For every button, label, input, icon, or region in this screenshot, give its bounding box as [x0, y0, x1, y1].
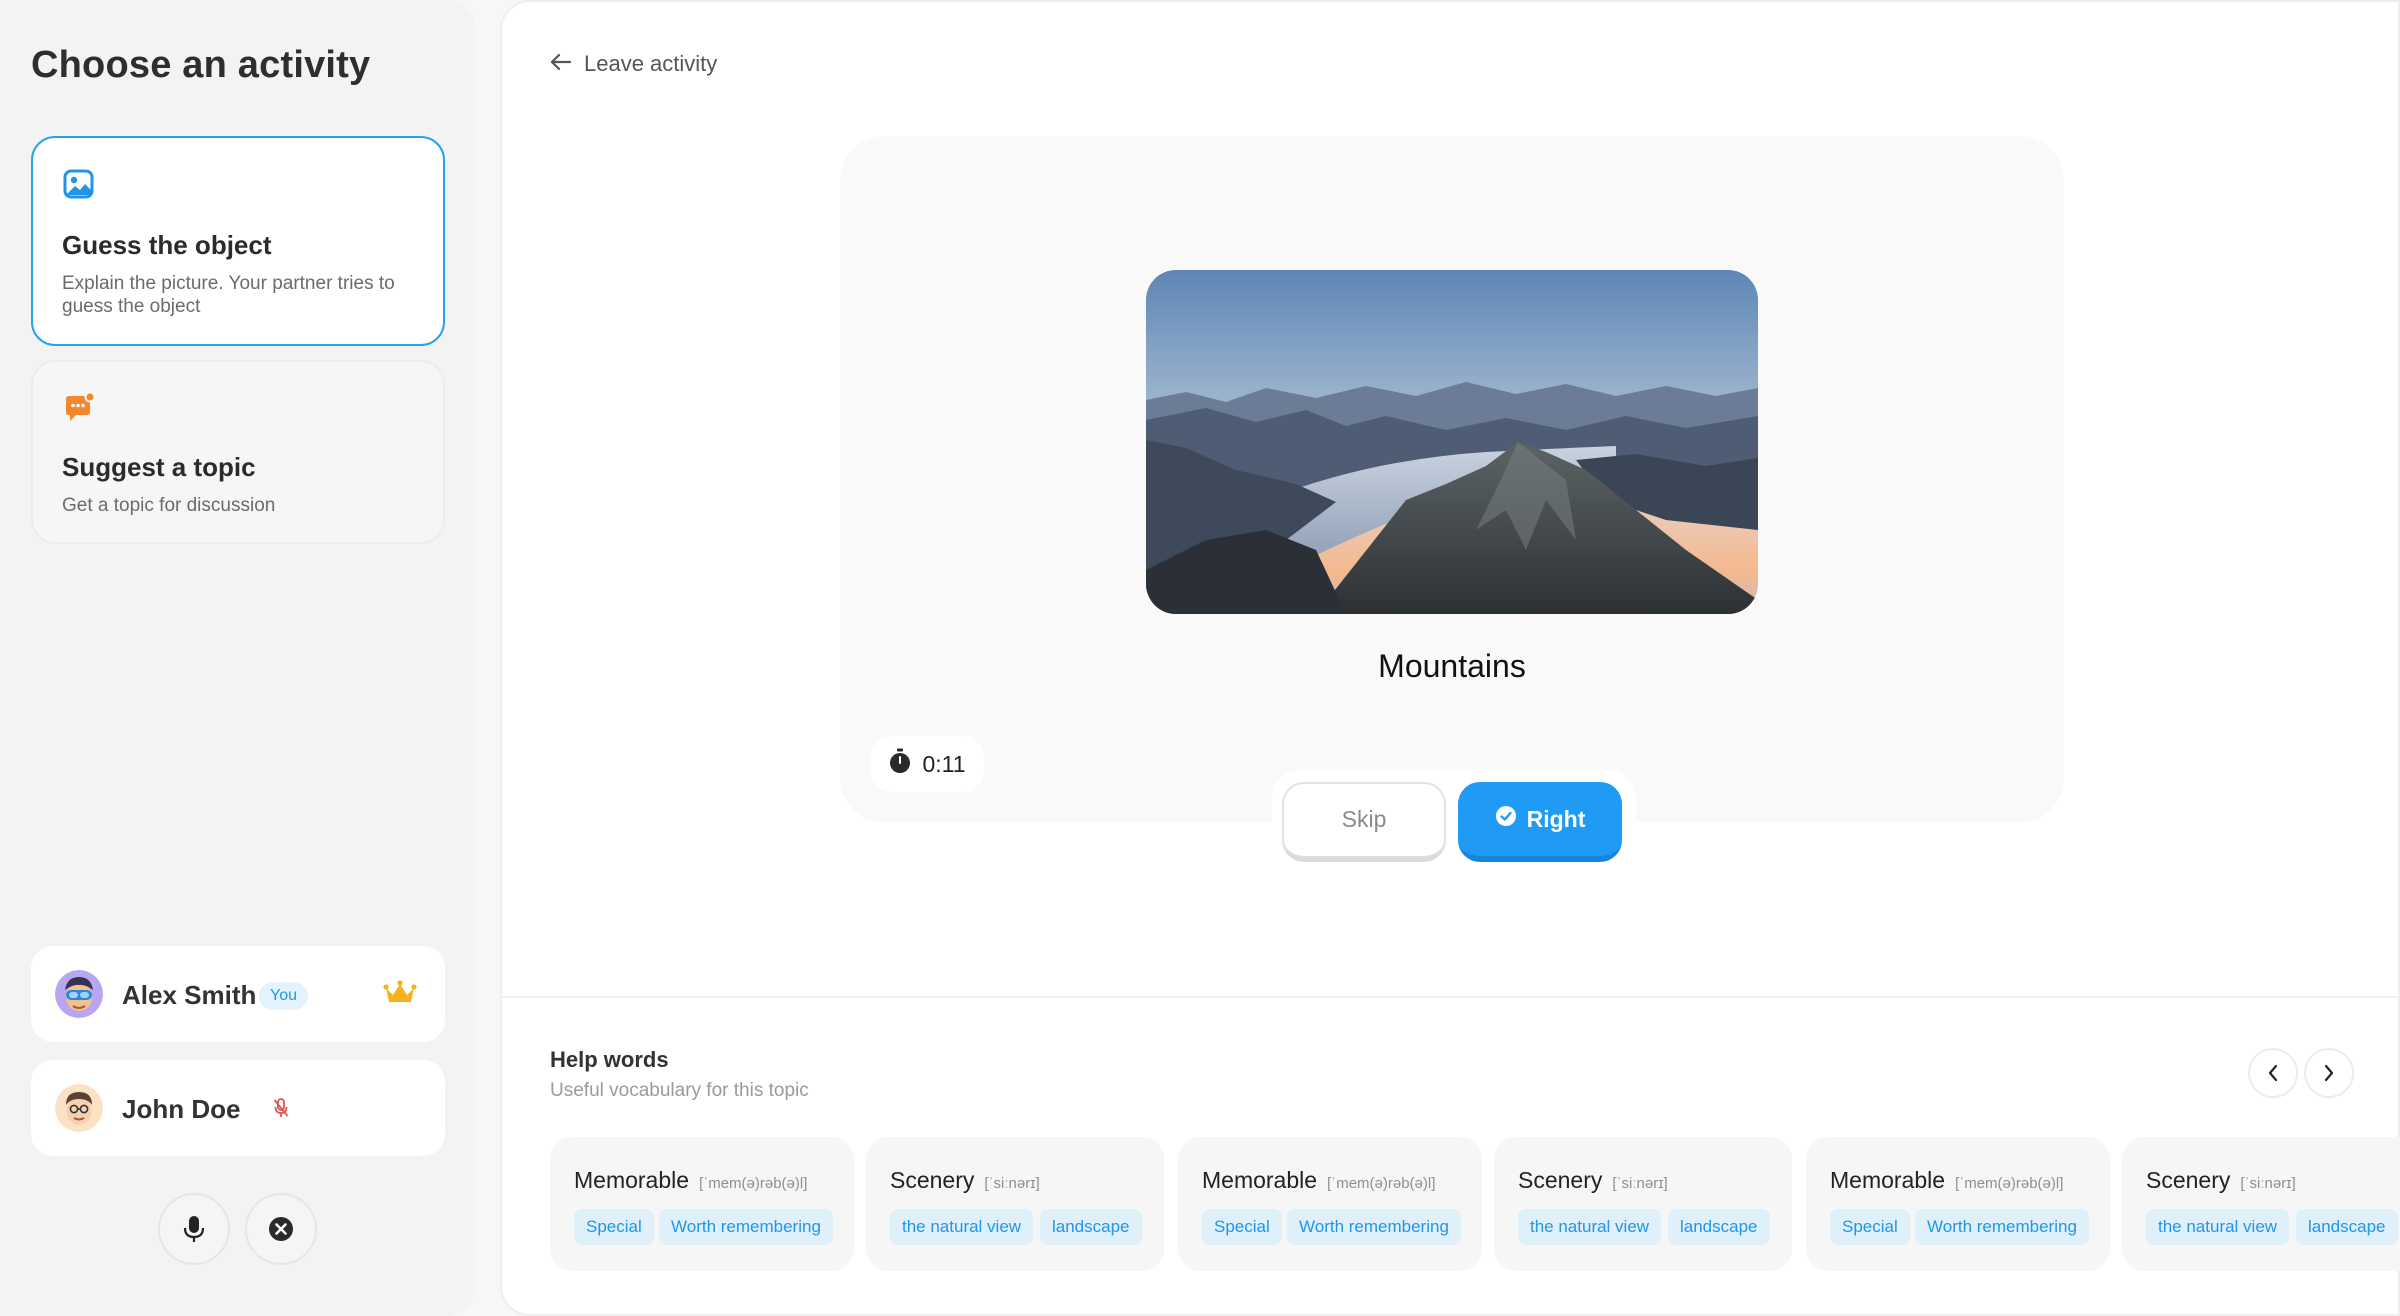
- leave-activity-link[interactable]: Leave activity: [550, 49, 717, 79]
- timer-value: 0:11: [922, 750, 966, 777]
- activity-description: Get a topic for discussion: [62, 495, 276, 516]
- activity-card-suggest-topic[interactable]: Suggest a topic Get a topic for discussi…: [31, 360, 445, 544]
- sidebar-title: Choose an activity: [31, 44, 371, 86]
- vocab-card: Scenery [ˈsiːnərɪ] the natural view lands…: [2122, 1137, 2400, 1271]
- vocab-tag: Special: [574, 1209, 654, 1245]
- arrow-left-icon: [550, 51, 572, 77]
- chat-bubble-icon: [62, 391, 96, 425]
- prev-words-button[interactable]: [2248, 1048, 2298, 1098]
- vocab-transcription: [ˈsiːnərɪ]: [2240, 1175, 2296, 1192]
- sidebar: Choose an activity Guess the object Expl…: [0, 0, 476, 1316]
- next-words-button[interactable]: [2304, 1048, 2354, 1098]
- activity-description: Explain the picture. Your partner tries …: [62, 273, 395, 317]
- user-name: Alex Smith: [122, 980, 257, 1010]
- you-badge: You: [259, 982, 308, 1010]
- guess-stage: Mountains 0:11: [840, 136, 2064, 822]
- vocab-tag: Worth remembering: [659, 1209, 833, 1245]
- help-words-title: Help words: [550, 1047, 669, 1072]
- help-words-subtitle: Useful vocabulary for this topic: [550, 1080, 809, 1101]
- vocab-tag: landscape: [1040, 1209, 1142, 1245]
- crown-icon: [383, 980, 417, 1006]
- activity-panel: Leave activity Mountains 0:11 Skip Right…: [500, 0, 2400, 1316]
- leave-activity-label: Leave activity: [584, 51, 718, 76]
- vocab-transcription: [ˈmem(ə)rəb(ə)l]: [1955, 1175, 2064, 1192]
- vocab-transcription: [ˈsiːnərɪ]: [1612, 1175, 1668, 1192]
- target-word: Mountains: [1378, 648, 1526, 684]
- check-circle-icon: [1495, 805, 1517, 833]
- vocab-tag: Worth remembering: [1287, 1209, 1461, 1245]
- vocab-card: Memorable [ˈmem(ə)rəb(ə)l] Special Worth …: [1806, 1137, 2110, 1271]
- vocab-tag: Special: [1830, 1209, 1910, 1245]
- divider: [502, 996, 2400, 998]
- vocab-word: Memorable [ˈmem(ə)rəb(ə)l]: [1830, 1167, 2064, 1193]
- activity-card-guess-object[interactable]: Guess the object Explain the picture. Yo…: [31, 136, 445, 346]
- avatar: [55, 1084, 103, 1132]
- vocab-word: Memorable [ˈmem(ə)rəb(ə)l]: [1202, 1167, 1436, 1193]
- mountain-photo: [1146, 270, 1758, 614]
- activity-title: Guess the object: [62, 230, 272, 260]
- vocab-word: Memorable [ˈmem(ə)rəb(ə)l]: [574, 1167, 808, 1193]
- microphone-button[interactable]: [158, 1193, 230, 1265]
- vocab-transcription: [ˈmem(ə)rəb(ə)l]: [699, 1175, 808, 1192]
- user-name: John Doe: [122, 1094, 241, 1124]
- vocab-tag: the natural view: [1518, 1209, 1662, 1245]
- vocab-tag: Special: [1202, 1209, 1282, 1245]
- vocab-tag: Worth remembering: [1915, 1209, 2089, 1245]
- leave-call-button[interactable]: [245, 1193, 317, 1265]
- stopwatch-icon: [888, 748, 912, 780]
- mic-off-icon: [273, 1098, 289, 1118]
- user-card-john-doe: John Doe: [31, 1060, 445, 1156]
- vocab-tag: the natural view: [2146, 1209, 2290, 1245]
- vocab-transcription: [ˈmem(ə)rəb(ə)l]: [1327, 1175, 1436, 1192]
- right-button-label: Right: [1526, 805, 1586, 832]
- vocab-transcription: [ˈsiːnərɪ]: [984, 1175, 1040, 1192]
- vocab-card: Memorable [ˈmem(ə)rəb(ə)l] Special Worth …: [1178, 1137, 1482, 1271]
- vocab-tag: the natural view: [890, 1209, 1034, 1245]
- vocab-word: Scenery [ˈsiːnərɪ]: [2146, 1167, 2296, 1193]
- vocab-word: Scenery [ˈsiːnərɪ]: [890, 1167, 1040, 1193]
- vocab-tag: landscape: [2296, 1209, 2398, 1245]
- skip-button[interactable]: Skip: [1282, 782, 1446, 862]
- timer: 0:11: [870, 736, 984, 792]
- user-card-alex-smith: Alex Smith You: [31, 946, 445, 1042]
- vocab-card: Scenery [ˈsiːnərɪ] the natural view lands…: [1494, 1137, 1792, 1271]
- activity-title: Suggest a topic: [62, 452, 256, 482]
- image-icon: [62, 167, 96, 201]
- vocab-tag: landscape: [1668, 1209, 1770, 1245]
- vocab-card: Memorable [ˈmem(ə)rəb(ə)l] Special Worth …: [550, 1137, 854, 1271]
- avatar: [55, 970, 103, 1018]
- help-words-list: Memorable [ˈmem(ə)rəb(ə)l] Special Worth …: [550, 1137, 2400, 1271]
- right-button[interactable]: Right: [1458, 782, 1622, 862]
- vocab-word: Scenery [ˈsiːnərɪ]: [1518, 1167, 1668, 1193]
- vocab-card: Scenery [ˈsiːnərɪ] the natural view lands…: [866, 1137, 1164, 1271]
